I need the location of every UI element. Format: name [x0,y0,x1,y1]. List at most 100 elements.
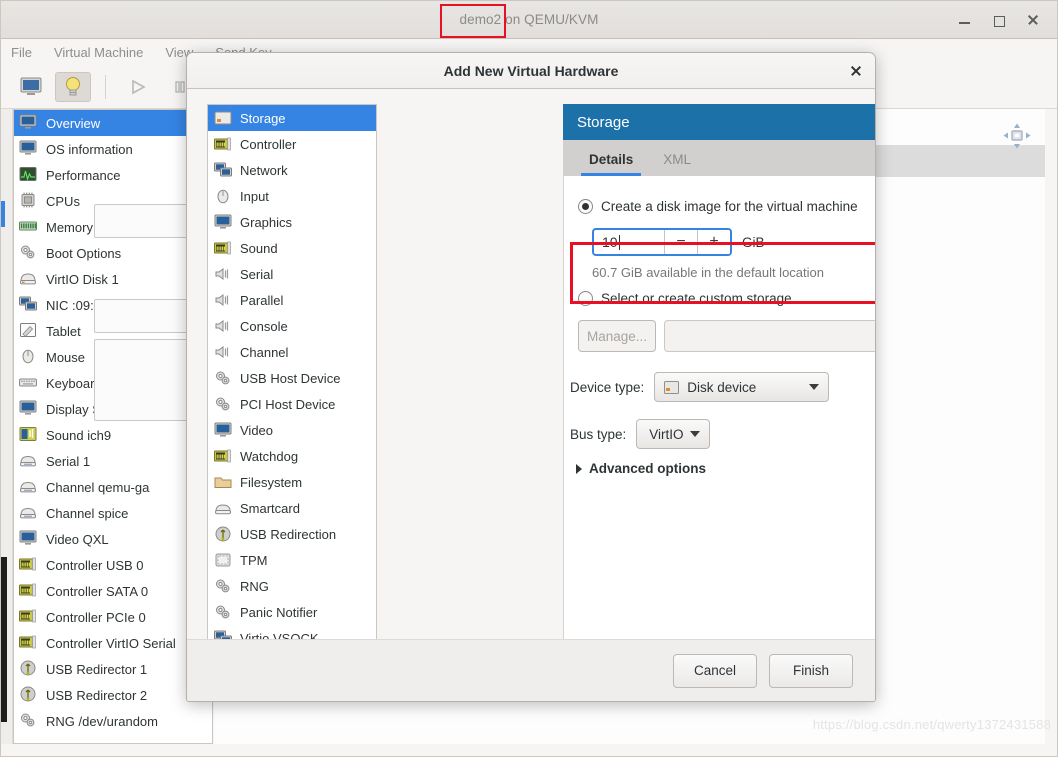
tablet-icon [20,323,36,338]
chip-icon [214,552,232,568]
minimize-icon[interactable] [957,12,973,28]
list-item[interactable]: Channel spice [14,500,212,526]
dialog-close-icon[interactable] [847,62,865,80]
gears-icon [214,370,232,386]
list-item[interactable]: RNG [208,573,376,599]
list-item[interactable]: Controller [208,131,376,157]
disk-size-spinner[interactable]: 10 − + [592,228,732,256]
monitor-icon [214,214,232,230]
list-item[interactable]: USB Host Device [208,365,376,391]
show-details-button[interactable] [55,71,91,102]
list-item[interactable]: Serial 1 [14,448,212,474]
pane-header: Storage [563,104,875,140]
tab-xml[interactable]: XML [651,142,703,176]
controller-icon [19,634,39,652]
hardware-type-list[interactable]: Storage Controller Network Input Graphics Sou… [207,104,377,699]
disk-size-increment-button[interactable]: + [697,230,730,254]
device-type-value: Disk device [687,379,757,395]
show-console-button[interactable] [13,72,49,102]
custom-storage-radio-row[interactable]: Select or create custom storage [578,291,792,306]
list-item[interactable]: TPM [208,547,376,573]
list-item[interactable]: Channel qemu-ga [14,474,212,500]
gears-icon [214,578,232,594]
create-disk-radio[interactable] [578,199,593,214]
tab-details[interactable]: Details [577,142,645,176]
list-item[interactable]: USB Redirector 1 [14,656,212,682]
list-item[interactable]: USB Redirection [208,521,376,547]
serial-icon [20,507,36,519]
run-button[interactable] [120,72,156,102]
list-item-label: Serial 1 [46,453,91,469]
finish-button[interactable]: Finish [769,653,853,688]
controller-icon [214,240,232,256]
window-title-vm: demo2 [459,12,502,27]
controller-icon [214,448,232,464]
menu-file[interactable]: File [11,45,32,60]
custom-storage-path-input[interactable] [664,320,875,352]
list-item[interactable]: Sound ich9 [14,422,212,448]
usb-icon [19,660,39,678]
close-icon[interactable] [1025,12,1041,28]
controller-icon [19,608,39,626]
list-item[interactable]: Sound [208,235,376,261]
list-item[interactable]: Filesystem [208,469,376,495]
list-item[interactable]: Boot Options [14,240,212,266]
network-icon [19,296,37,311]
maximize-icon[interactable] [991,12,1007,28]
cancel-button[interactable]: Cancel [673,653,757,688]
list-item[interactable]: Input [208,183,376,209]
custom-storage-radio[interactable] [578,291,593,306]
list-item[interactable]: VirtIO Disk 1 [14,266,212,292]
list-item-label: USB Host Device [240,370,341,386]
watermark: https://blog.csdn.net/qwerty1372431588 [812,717,1051,732]
list-item[interactable]: Controller VirtIO Serial [14,630,212,656]
list-item[interactable]: OS information [14,136,212,162]
device-type-dropdown[interactable]: Disk device [654,372,830,402]
menu-virtual-machine[interactable]: Virtual Machine [54,45,143,60]
window-controls [957,1,1049,39]
list-item[interactable]: Network [208,157,376,183]
list-item[interactable]: PCI Host Device [208,391,376,417]
list-item[interactable]: USB Redirector 2 [14,682,212,708]
list-item[interactable]: Controller SATA 0 [14,578,212,604]
list-item[interactable]: Controller PCIe 0 [14,604,212,630]
disk-size-input[interactable]: 10 [594,230,664,254]
list-item[interactable]: Parallel [208,287,376,313]
folder-icon [214,477,232,488]
sidebar-scroll-edge[interactable] [1,109,13,756]
list-item[interactable]: Serial [208,261,376,287]
monitor-icon [19,140,39,158]
list-item[interactable]: Controller USB 0 [14,552,212,578]
list-item-label: PCI Host Device [240,396,336,412]
list-item[interactable]: Storage [208,105,376,131]
manage-button[interactable]: Manage... [578,320,656,352]
list-item-label: Serial [240,266,274,282]
list-item[interactable]: Channel [208,339,376,365]
list-item-label: Tablet [46,323,81,339]
mouse-icon [19,348,39,366]
main-titlebar: demo2 on QEMU/KVM [1,1,1057,39]
list-item[interactable]: Performance [14,162,212,188]
list-item-label: Parallel [240,292,284,308]
advanced-options-expander[interactable]: Advanced options [576,461,706,476]
storage-icon [214,111,232,125]
list-item[interactable]: Watchdog [208,443,376,469]
list-item[interactable]: Overview [14,110,212,136]
controller-icon [19,635,36,649]
bus-type-dropdown[interactable]: VirtIO [636,419,711,449]
disk-size-decrement-button[interactable]: − [664,230,697,254]
list-item-label: Controller [240,136,297,152]
list-item[interactable]: Smartcard [208,495,376,521]
list-item[interactable]: Graphics [208,209,376,235]
list-item[interactable]: Console [208,313,376,339]
pane-body: Create a disk image for the virtual mach… [563,176,875,699]
list-item[interactable]: Video QXL [14,526,212,552]
keyboard-icon [19,374,39,392]
list-item[interactable]: Video [208,417,376,443]
storage-icon [214,110,232,126]
monitor-icon [214,422,232,437]
list-item[interactable]: Panic Notifier [208,599,376,625]
create-disk-radio-row[interactable]: Create a disk image for the virtual mach… [578,199,858,214]
resize-window-icon[interactable] [1003,123,1031,149]
list-item[interactable]: RNG /dev/urandom [14,708,212,734]
